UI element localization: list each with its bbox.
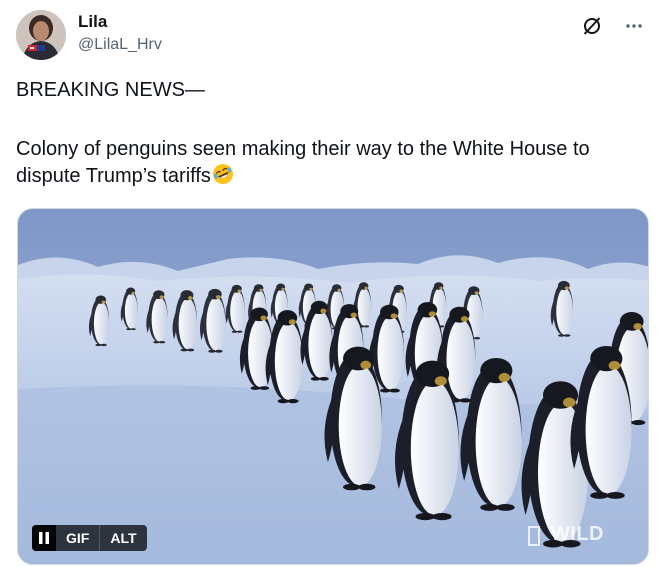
- avatar-image: [16, 10, 66, 60]
- post-body-text: Colony of penguins seen making their way…: [16, 138, 590, 187]
- media-gif[interactable]: WILD GIF ALT: [17, 208, 649, 565]
- rolling-on-floor-laughing-emoji-icon: [212, 163, 234, 193]
- watermark-frame: [528, 526, 540, 546]
- pause-icon[interactable]: [32, 525, 56, 551]
- post-card[interactable]: Lila @LilaL_Hrv BREAKING NEWS— Colony of…: [0, 0, 662, 567]
- post-body: Colony of penguins seen making their way…: [16, 136, 652, 193]
- avatar[interactable]: [16, 10, 66, 60]
- header-actions: [580, 14, 646, 38]
- gif-badge[interactable]: GIF: [56, 525, 99, 551]
- user-handle[interactable]: @LilaL_Hrv: [78, 34, 162, 56]
- media-watermark: WILD: [550, 523, 604, 545]
- display-name[interactable]: Lila: [78, 12, 162, 32]
- author-block[interactable]: Lila @LilaL_Hrv: [78, 12, 162, 56]
- penguin-colony-image: [18, 209, 648, 564]
- media-controls: GIF ALT: [32, 525, 147, 551]
- slashed-circle-icon[interactable]: [580, 14, 604, 38]
- more-horizontal-icon[interactable]: [622, 14, 646, 38]
- post-headline: BREAKING NEWS—: [16, 79, 205, 101]
- alt-text-button[interactable]: ALT: [99, 525, 146, 551]
